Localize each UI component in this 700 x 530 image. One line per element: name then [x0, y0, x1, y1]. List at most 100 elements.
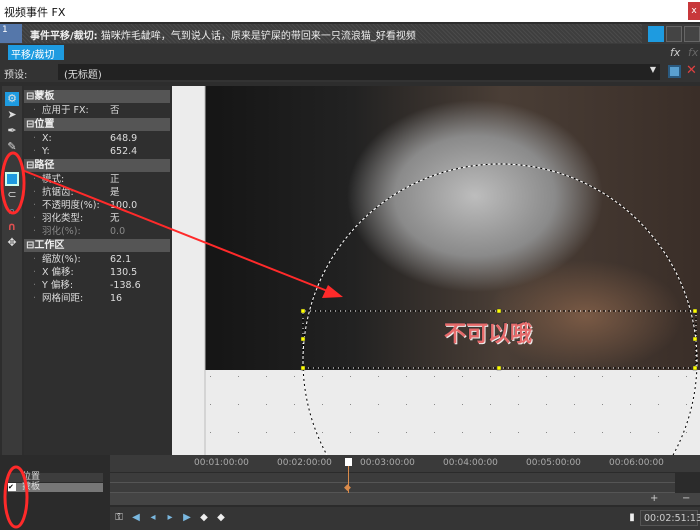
property-label: X 偏移: — [42, 267, 74, 278]
zoom-icon[interactable]: ⌕ — [5, 204, 19, 218]
section-title: 工作区 — [34, 240, 65, 251]
track-checkbox[interactable]: ✔ — [8, 483, 16, 491]
time-tick: 00:04:00:00 — [443, 458, 498, 468]
property-label: 羽化类型: — [42, 213, 84, 224]
property-panel: ⊟蒙板 · 应用于 FX: 否 ⊟位置 · X: 648.9 · Y: 652.4 ⊟路径 · 模式: 正 ·… — [24, 86, 170, 455]
property-value[interactable]: 100.0 — [110, 199, 137, 212]
property-value[interactable]: 无 — [110, 212, 120, 225]
time-tick: 00:06:00:00 — [609, 458, 664, 468]
property-label: 缩放(%): — [42, 254, 81, 265]
time-tick: 00:03:00:00 — [360, 458, 415, 468]
playhead-handle[interactable] — [345, 458, 352, 466]
property-label: Y 偏移: — [42, 280, 74, 291]
property-row[interactable]: · X: 648.9 — [24, 132, 170, 145]
magnet-icon[interactable]: ∩ — [5, 220, 19, 234]
chevron-down-icon: ▼ — [649, 65, 656, 74]
prev-keyframe-icon[interactable]: ◂ — [147, 512, 159, 524]
time-tick: 00:05:00:00 — [526, 458, 581, 468]
property-row[interactable]: · 羽化(%): 0.0 — [24, 225, 170, 238]
pen-icon[interactable]: ✒ — [5, 124, 19, 138]
ellipse-icon[interactable]: ⊂ — [5, 188, 19, 202]
track-label-text: 蒙板 — [22, 482, 41, 492]
delete-keyframe-icon[interactable]: ◆ — [215, 512, 227, 524]
property-row[interactable]: · 抗锯齿: 是 — [24, 186, 170, 199]
track-position[interactable] — [110, 473, 675, 483]
property-label: 羽化(%): — [42, 226, 81, 237]
time-tick: 00:02:00:00 — [277, 458, 332, 468]
keyframe-timeline: 00:01:00:00 00:02:00:00 00:03:00:00 00:04:0… — [0, 455, 700, 530]
property-row[interactable]: · 应用于 FX: 否 — [24, 104, 170, 117]
keyframe-toolbar: ⚿ ◀ ◂ ▸ ▶ ◆ ◆ ▮ 00:02:51:13 — [110, 507, 700, 530]
timeline-scrollbar[interactable]: + − — [110, 493, 700, 505]
property-value[interactable]: 正 — [110, 173, 120, 186]
fx-chain: 平移/裁切 fx fx — [0, 44, 700, 62]
save-preset-icon[interactable] — [668, 65, 681, 78]
property-row[interactable]: · Y 偏移: -138.6 — [24, 279, 170, 292]
zoom-out-button[interactable]: − — [682, 493, 690, 505]
section-header[interactable]: ⊟工作区 — [24, 239, 170, 252]
section-title: 蒙板 — [34, 91, 55, 102]
property-row[interactable]: · 网格间距: 16 — [24, 292, 170, 305]
property-value[interactable]: 否 — [110, 104, 120, 117]
time-ruler[interactable]: 00:01:00:00 00:02:00:00 00:03:00:00 00:04:0… — [110, 455, 700, 472]
section-title: 位置 — [34, 119, 55, 130]
property-value[interactable]: 16 — [110, 292, 122, 305]
property-row[interactable]: · 缩放(%): 62.1 — [24, 253, 170, 266]
track-label-mask[interactable]: ✔ 蒙板 — [8, 483, 103, 492]
window-title: 视频事件 FX — [0, 0, 700, 22]
close-button[interactable]: x — [688, 2, 700, 20]
property-row[interactable]: · Y: 652.4 — [24, 145, 170, 158]
event-name: 猫咪炸毛龇哞，气到说人话，原来是铲屎的带回来一只流浪猫_好看视频 — [100, 31, 416, 42]
preview-canvas[interactable]: 不可以哦 — [172, 86, 700, 455]
lock-icon[interactable]: ⚿ — [113, 512, 125, 524]
preset-value: (无标题) — [64, 70, 102, 81]
property-label: X: — [42, 133, 52, 144]
property-row[interactable]: · 模式: 正 — [24, 173, 170, 186]
settings-icon[interactable]: ⚙ — [5, 92, 19, 106]
preset-label: 预设: — [4, 70, 28, 81]
single-view-icon[interactable] — [648, 26, 664, 42]
track-label-position[interactable]: 位置 — [8, 473, 103, 482]
next-keyframe-icon[interactable]: ▸ — [164, 512, 176, 524]
property-row[interactable]: · X 偏移: 130.5 — [24, 266, 170, 279]
add-keyframe-icon[interactable]: ◆ — [198, 512, 210, 524]
add-fx-icon[interactable]: fx — [670, 46, 680, 59]
property-value[interactable]: 62.1 — [110, 253, 131, 266]
grid-view-icon[interactable] — [684, 26, 700, 42]
zoom-in-button[interactable]: + — [650, 493, 658, 505]
rectangle-icon[interactable] — [5, 172, 19, 186]
property-value[interactable]: -138.6 — [110, 279, 141, 292]
preset-dropdown[interactable]: (无标题) ▼ — [58, 64, 660, 81]
property-value[interactable]: 652.4 — [110, 145, 137, 158]
delete-point-icon[interactable]: ✎ — [5, 140, 19, 154]
section-header[interactable]: ⊟路径 — [24, 159, 170, 172]
preset-row: 预设: (无标题) ▼ ✕ — [0, 62, 700, 82]
section-header[interactable]: ⊟蒙板 — [24, 90, 170, 103]
property-row[interactable]: · 不透明度(%): 100.0 — [24, 199, 170, 212]
property-value[interactable]: 0.0 — [110, 225, 125, 238]
tab-pan-crop[interactable]: 平移/裁切 — [8, 45, 64, 61]
time-tick: 00:01:00:00 — [194, 458, 249, 468]
property-label: 模式: — [42, 174, 65, 185]
event-number[interactable]: 1 — [0, 24, 22, 43]
current-time[interactable]: 00:02:51:13 — [640, 510, 700, 526]
property-value[interactable]: 130.5 — [110, 266, 137, 279]
property-value[interactable]: 是 — [110, 186, 120, 199]
split-view-icon[interactable] — [666, 26, 682, 42]
track-mask[interactable]: ◆ — [110, 483, 675, 493]
playhead[interactable] — [348, 463, 349, 493]
pointer-icon[interactable]: ➤ — [5, 108, 19, 122]
event-header: 1 事件平移/裁切: 猫咪炸毛龇哞，气到说人话，原来是铲屎的带回来一只流浪猫_好… — [0, 24, 700, 44]
property-value[interactable]: 648.9 — [110, 132, 137, 145]
last-keyframe-icon[interactable]: ▶ — [181, 512, 193, 524]
property-label: 网格间距: — [42, 293, 84, 304]
delete-preset-icon[interactable]: ✕ — [686, 63, 697, 78]
event-title: 事件平移/裁切: 猫咪炸毛龇哞，气到说人话，原来是铲屎的带回来一只流浪猫_好看视… — [22, 24, 642, 43]
first-keyframe-icon[interactable]: ◀ — [130, 512, 142, 524]
move-icon[interactable]: ✥ — [5, 236, 19, 250]
property-label: 不透明度(%): — [42, 200, 100, 211]
remove-fx-icon[interactable]: fx — [688, 46, 698, 59]
property-row[interactable]: · 羽化类型: 无 — [24, 212, 170, 225]
property-label: Y: — [42, 146, 50, 157]
section-header[interactable]: ⊟位置 — [24, 118, 170, 131]
